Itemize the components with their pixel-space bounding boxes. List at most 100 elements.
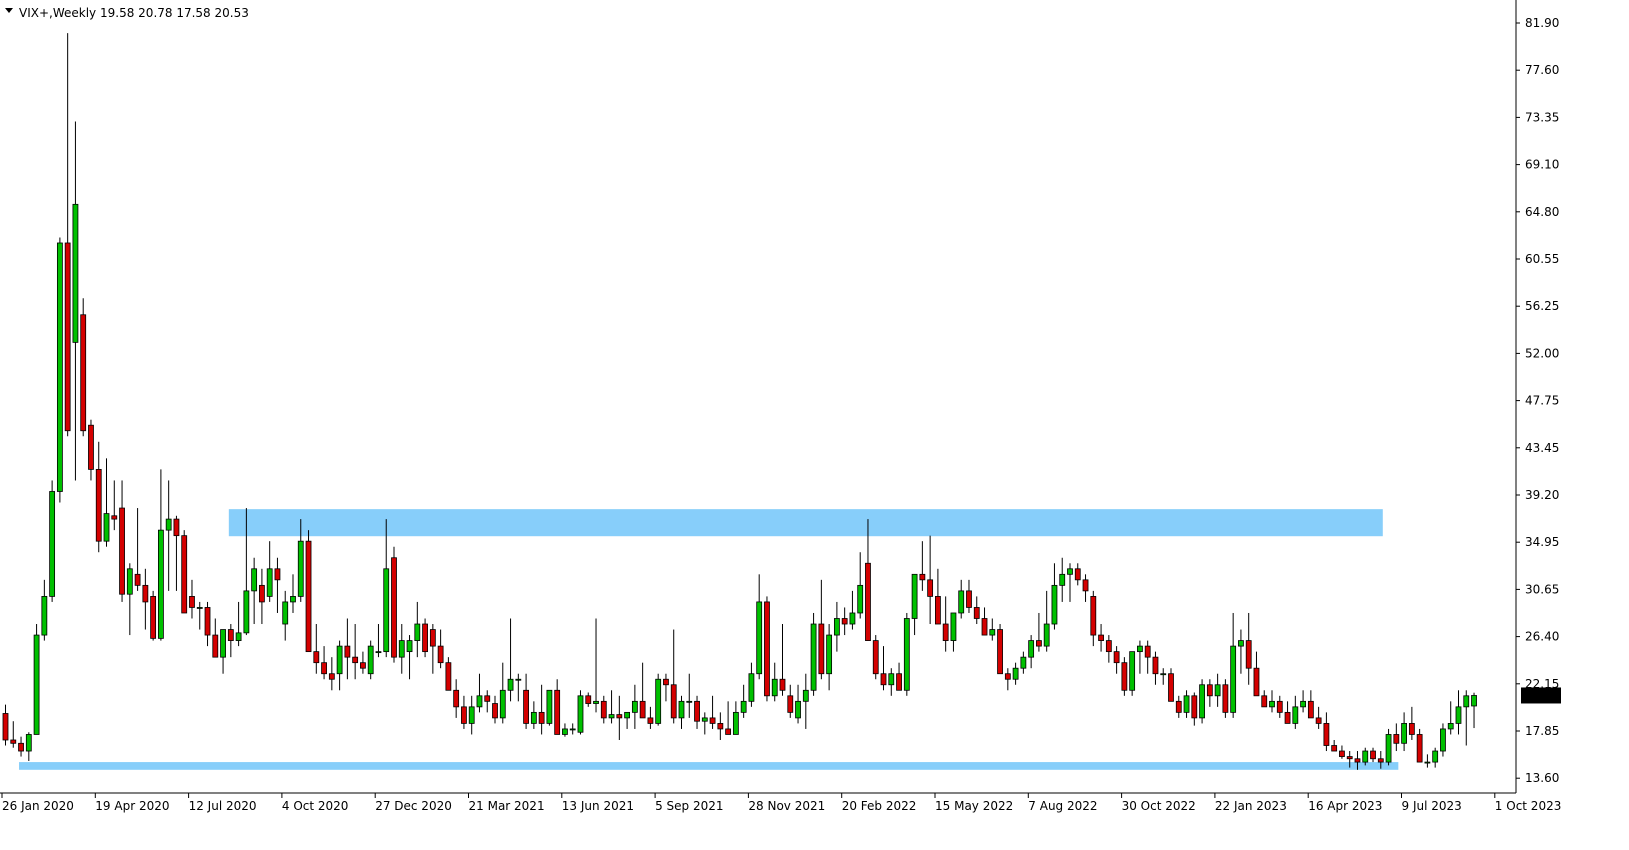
candle[interactable] bbox=[25, 732, 32, 761]
candle[interactable] bbox=[966, 579, 972, 613]
candle[interactable] bbox=[973, 596, 980, 625]
candle[interactable] bbox=[227, 624, 234, 658]
candle[interactable] bbox=[1424, 754, 1431, 768]
candle[interactable] bbox=[41, 579, 48, 641]
candle[interactable] bbox=[1020, 651, 1027, 674]
candle[interactable] bbox=[406, 635, 413, 680]
candle[interactable] bbox=[360, 651, 366, 674]
candle[interactable] bbox=[530, 701, 537, 729]
candle[interactable] bbox=[274, 557, 281, 613]
candle[interactable] bbox=[639, 662, 646, 719]
candle[interactable] bbox=[818, 579, 825, 680]
candle[interactable] bbox=[282, 590, 289, 641]
candle[interactable] bbox=[1408, 706, 1415, 740]
candle[interactable] bbox=[429, 624, 436, 674]
candle[interactable] bbox=[1385, 728, 1392, 766]
candle[interactable] bbox=[1074, 563, 1081, 586]
candle[interactable] bbox=[872, 635, 879, 680]
candle[interactable] bbox=[1238, 629, 1244, 674]
candle[interactable] bbox=[608, 690, 615, 724]
candle[interactable] bbox=[740, 684, 747, 718]
candle[interactable] bbox=[1036, 612, 1042, 652]
candle[interactable] bbox=[1028, 635, 1035, 669]
candle[interactable] bbox=[49, 480, 56, 602]
candle[interactable] bbox=[1307, 690, 1314, 719]
candle[interactable] bbox=[95, 441, 102, 553]
candle[interactable] bbox=[1416, 728, 1423, 763]
candle[interactable] bbox=[732, 701, 739, 735]
candle[interactable] bbox=[686, 673, 693, 718]
candle[interactable] bbox=[546, 689, 553, 726]
candle[interactable] bbox=[911, 573, 918, 636]
candle[interactable] bbox=[1105, 635, 1112, 663]
candle[interactable] bbox=[1113, 646, 1120, 674]
candle[interactable] bbox=[445, 657, 452, 691]
candle[interactable] bbox=[1121, 657, 1128, 696]
candle[interactable] bbox=[616, 695, 623, 740]
candle[interactable] bbox=[507, 618, 514, 702]
candle[interactable] bbox=[1152, 651, 1159, 685]
candle[interactable] bbox=[1090, 590, 1097, 647]
candle[interactable] bbox=[321, 646, 327, 680]
candle[interactable] bbox=[492, 695, 498, 724]
candle[interactable] bbox=[391, 546, 397, 663]
candle[interactable] bbox=[655, 673, 662, 726]
candle[interactable] bbox=[165, 480, 172, 591]
candle[interactable] bbox=[134, 508, 141, 591]
candle[interactable] bbox=[1276, 695, 1283, 718]
candle[interactable] bbox=[631, 684, 638, 729]
candle[interactable] bbox=[935, 568, 941, 625]
candle[interactable] bbox=[1370, 747, 1376, 763]
candle[interactable] bbox=[764, 596, 770, 702]
candle[interactable] bbox=[1012, 662, 1019, 685]
candle[interactable] bbox=[173, 515, 180, 591]
candle[interactable] bbox=[903, 612, 910, 696]
candle[interactable] bbox=[235, 601, 242, 647]
candle[interactable] bbox=[398, 624, 405, 674]
candle[interactable] bbox=[958, 579, 965, 619]
candle[interactable] bbox=[1315, 706, 1322, 729]
candle[interactable] bbox=[950, 612, 957, 652]
candlestick-chart[interactable]: 81.90 77.60 73.35 69.10 64.80 60.55 56.25 52.00… bbox=[0, 0, 1629, 850]
candle[interactable] bbox=[1059, 557, 1066, 602]
candle[interactable] bbox=[196, 601, 203, 630]
candle[interactable] bbox=[56, 237, 63, 503]
candle[interactable] bbox=[336, 640, 343, 691]
support-zone[interactable] bbox=[19, 762, 1399, 770]
candle[interactable] bbox=[1144, 640, 1151, 674]
candle[interactable] bbox=[1168, 668, 1174, 702]
candle[interactable] bbox=[476, 673, 483, 713]
candle[interactable] bbox=[2, 704, 9, 746]
candle[interactable] bbox=[1401, 712, 1407, 752]
candle[interactable] bbox=[888, 668, 895, 696]
candle[interactable] bbox=[802, 673, 809, 729]
candle[interactable] bbox=[181, 530, 188, 614]
candle[interactable] bbox=[1447, 701, 1454, 735]
candle[interactable] bbox=[150, 590, 157, 641]
candle[interactable] bbox=[10, 721, 17, 748]
candle[interactable] bbox=[189, 579, 195, 619]
candle[interactable] bbox=[64, 33, 71, 437]
candle[interactable] bbox=[771, 662, 778, 702]
candle[interactable] bbox=[204, 601, 211, 647]
candle[interactable] bbox=[709, 695, 716, 729]
candle[interactable] bbox=[600, 695, 607, 724]
candle[interactable] bbox=[375, 624, 382, 658]
candle[interactable] bbox=[1043, 590, 1050, 652]
candle[interactable] bbox=[126, 563, 133, 636]
candle[interactable] bbox=[569, 723, 576, 735]
candle[interactable] bbox=[997, 624, 1003, 675]
candle[interactable] bbox=[678, 695, 685, 729]
candle[interactable] bbox=[1253, 651, 1260, 697]
candle[interactable] bbox=[1183, 690, 1190, 718]
candle[interactable] bbox=[538, 684, 545, 735]
candle[interactable] bbox=[756, 574, 763, 680]
candle[interactable] bbox=[1245, 612, 1252, 685]
candle[interactable] bbox=[1082, 574, 1089, 602]
candle[interactable] bbox=[857, 552, 864, 619]
candle[interactable] bbox=[1323, 712, 1330, 752]
candle[interactable] bbox=[33, 624, 40, 735]
candle[interactable] bbox=[328, 657, 335, 691]
candle[interactable] bbox=[942, 596, 949, 652]
candle[interactable] bbox=[989, 618, 996, 641]
